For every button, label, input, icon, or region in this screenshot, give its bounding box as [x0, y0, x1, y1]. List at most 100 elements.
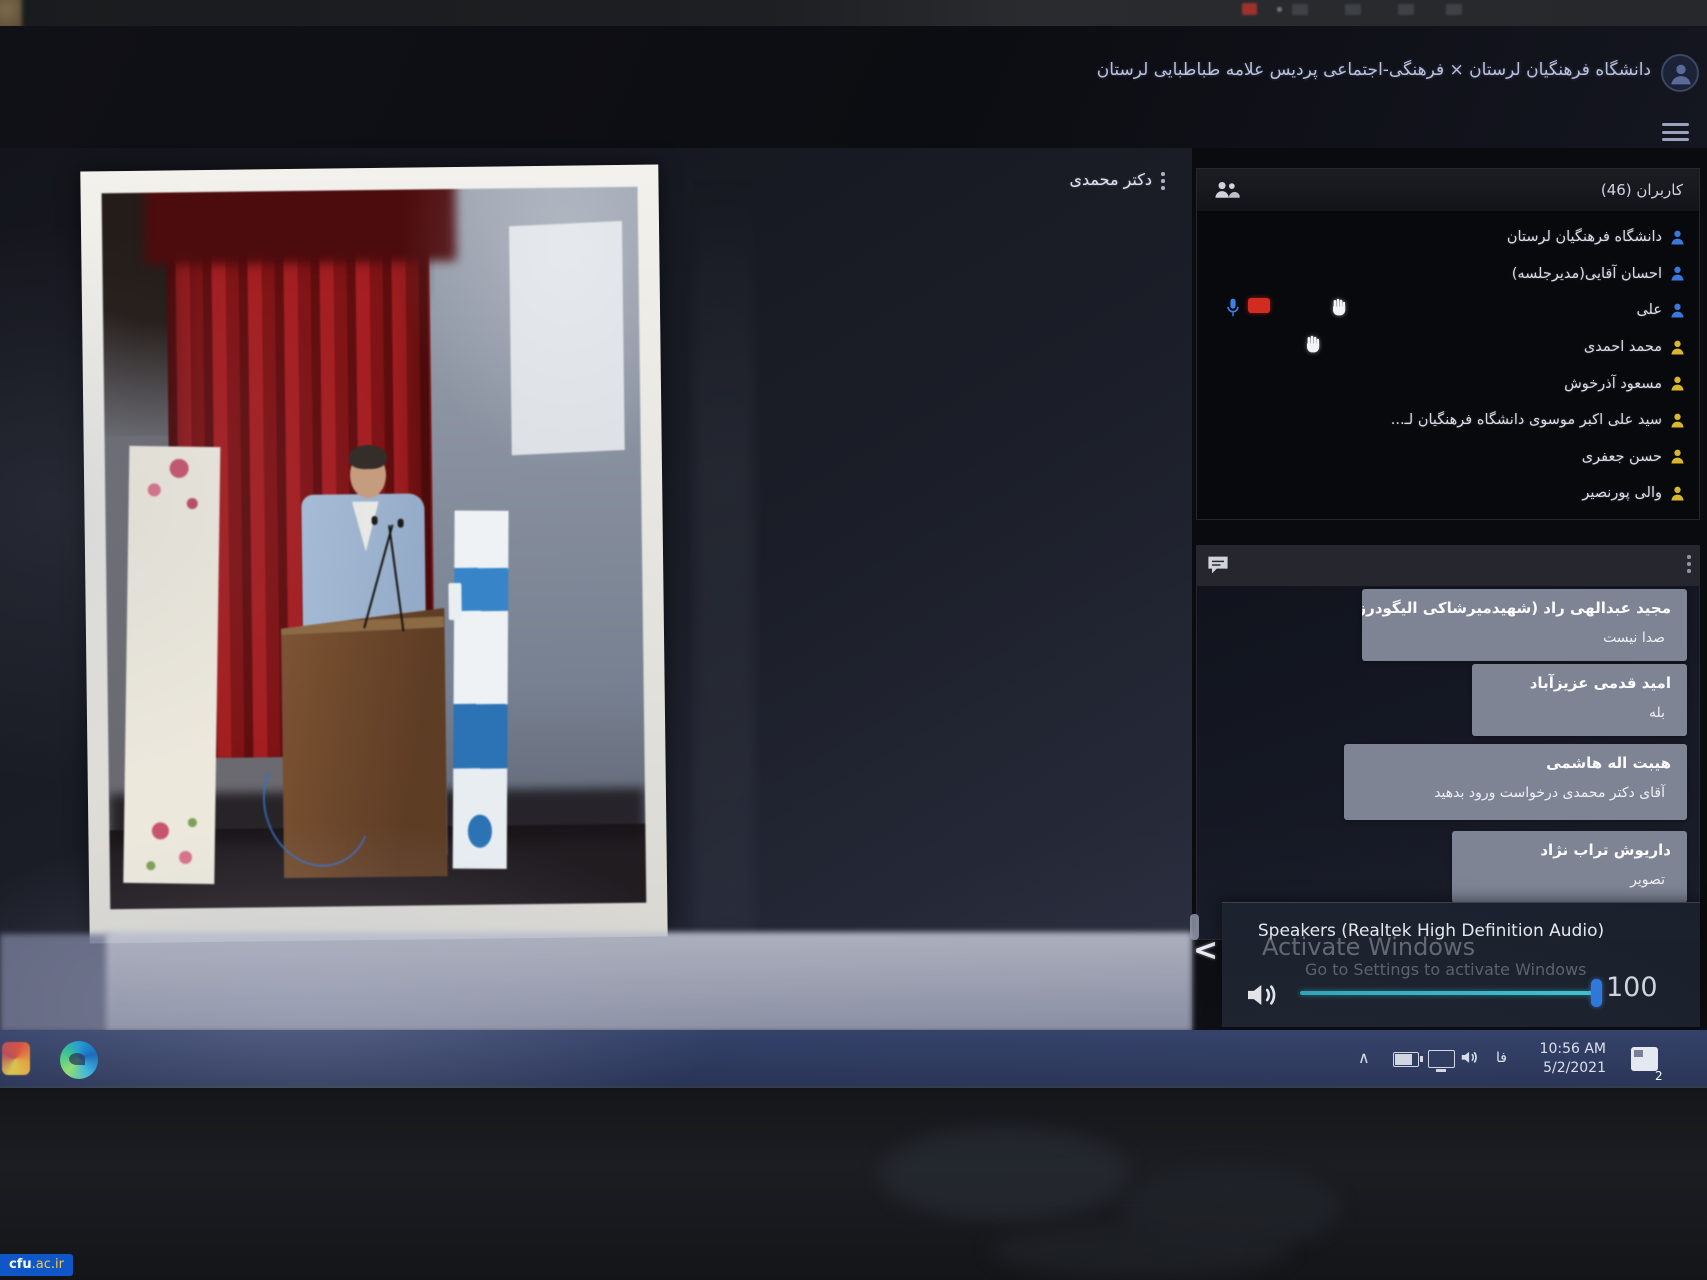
- display-icon[interactable]: [1428, 1050, 1455, 1068]
- participant-role-icon: [1670, 412, 1685, 429]
- browser-tab-icon-artifact: [1242, 3, 1257, 15]
- participant-role-icon: [1670, 302, 1685, 319]
- participant-role-icon: [1670, 375, 1685, 392]
- chat-text: آقای دکتر محمدی درخواست ورود بدهید: [1344, 772, 1687, 811]
- screen-glare: [694, 170, 754, 930]
- screen-glare: [106, 932, 1192, 1032]
- speaker-video-content: [102, 187, 647, 909]
- participant-role-icon: [1670, 229, 1685, 246]
- chat-message: هیبت اله هاشمی آقای دکتر محمدی درخواست و…: [1344, 744, 1687, 820]
- raised-hand-icon: [1303, 332, 1323, 360]
- chat-sender: داریوش تراب نژاد: [1452, 831, 1687, 859]
- menu-hamburger-icon[interactable]: [1662, 123, 1689, 143]
- participant-name: حسن جعفری: [1582, 449, 1662, 465]
- participants-pod: کاربران (46) دانشگاه فرهنگیان لرستان احس…: [1196, 168, 1700, 520]
- toolbar-icon-artifact: [1446, 4, 1462, 15]
- bezel-reflection: [880, 1128, 1130, 1220]
- bezel-reflection: [990, 1222, 1290, 1278]
- participant-row[interactable]: والی پورنصیر: [1197, 475, 1699, 512]
- chat-pod-menu-icon[interactable]: [1683, 555, 1695, 577]
- participant-name: سید علی اکبر موسوی دانشگاه فرهنگیان لـ..…: [1391, 412, 1662, 428]
- scene-microphone-head: [397, 518, 403, 527]
- chevron-left-icon[interactable]: <: [1193, 936, 1218, 966]
- chat-header: [1197, 546, 1699, 586]
- volume-value: 100: [1606, 972, 1658, 1003]
- video-pod-menu-icon[interactable]: [1157, 172, 1169, 194]
- chat-sender: مجید عبدالهی راد (شهیدمیرشاکی الیگودرز): [1362, 589, 1687, 617]
- participant-name: مسعود آذرخوش: [1564, 376, 1662, 392]
- scene-water-bottle: [448, 583, 461, 620]
- participant-row[interactable]: محمد احمدی: [1197, 329, 1699, 366]
- clock-date: 5/2/2021: [1522, 1059, 1606, 1078]
- speaker-video-frame: [80, 164, 667, 943]
- person-icon: [1668, 60, 1694, 88]
- chat-message: امید قدمی عزیزآباد بله: [1472, 664, 1687, 736]
- taskbar-clock[interactable]: 10:56 AM 5/2/2021: [1522, 1040, 1606, 1078]
- chat-bubble-icon: [1206, 554, 1230, 580]
- notification-center-icon[interactable]: [1631, 1047, 1658, 1071]
- clock-time: 10:56 AM: [1522, 1040, 1606, 1059]
- scene-microphone-head: [371, 516, 377, 525]
- chat-sender: امید قدمی عزیزآباد: [1472, 664, 1687, 692]
- meeting-title: دانشگاه فرهنگیان لرستان × فرهنگی-اجتماعی…: [1097, 60, 1651, 80]
- language-indicator[interactable]: فا: [1496, 1050, 1507, 1066]
- participant-row[interactable]: احسان آقایی(مدیرجلسه): [1197, 256, 1699, 293]
- tray-chevron-up-icon[interactable]: ∧: [1358, 1048, 1370, 1067]
- battery-icon[interactable]: [1393, 1052, 1419, 1067]
- taskbar-app-icon[interactable]: [2, 1042, 30, 1075]
- volume-flyout: Speakers (Realtek High Definition Audio): [1222, 902, 1700, 1027]
- toolbar-icon-artifact: [1398, 4, 1414, 15]
- site-watermark: cfu.ac.ir: [0, 1254, 73, 1276]
- participant-row[interactable]: مسعود آذرخوش: [1197, 365, 1699, 402]
- tray-speaker-icon[interactable]: [1459, 1048, 1481, 1069]
- chat-message: داریوش تراب نژاد تصویر: [1452, 831, 1687, 903]
- participant-role-icon: [1670, 339, 1685, 356]
- webcam-active-icon: [1248, 298, 1270, 313]
- notification-badge: 2: [1655, 1069, 1663, 1083]
- participant-name: محمد احمدی: [1584, 339, 1662, 355]
- chat-pod: مجید عبدالهی راد (شهیدمیرشاکی الیگودرز) …: [1196, 545, 1700, 940]
- toolbar-dot-artifact: [1277, 7, 1282, 12]
- chat-text: تصویر: [1452, 859, 1687, 898]
- participant-row[interactable]: دانشگاه فرهنگیان لرستان: [1197, 219, 1699, 256]
- watermark-prefix: cfu: [9, 1257, 32, 1272]
- screen-edge-highlight: [0, 1086, 1707, 1088]
- participant-row[interactable]: حسن جعفری: [1197, 439, 1699, 476]
- participant-name: دانشگاه فرهنگیان لرستان: [1507, 229, 1662, 245]
- watermark-suffix: .ac.ir: [32, 1257, 64, 1272]
- scene-floral-banner: [123, 446, 220, 884]
- participant-name: علی: [1636, 302, 1662, 318]
- participants-header: کاربران (46): [1197, 169, 1699, 211]
- scene-glare: [396, 187, 641, 476]
- toolbar-icon-artifact: [1345, 4, 1361, 15]
- participant-role-icon: [1670, 265, 1685, 282]
- participant-name: والی پورنصیر: [1582, 485, 1662, 501]
- participants-title: کاربران (46): [1601, 181, 1683, 199]
- participant-row[interactable]: سید علی اکبر موسوی دانشگاه فرهنگیان لـ..…: [1197, 402, 1699, 439]
- raised-hand-icon: [1329, 295, 1349, 323]
- microphone-icon: [1226, 298, 1240, 322]
- speaker-icon[interactable]: [1243, 978, 1283, 1016]
- chat-text: صدا نیست: [1362, 617, 1687, 656]
- laptop-bezel: [0, 1088, 1707, 1280]
- participant-role-icon: [1670, 485, 1685, 502]
- participant-row[interactable]: علی: [1197, 292, 1699, 329]
- volume-slider-track[interactable]: [1300, 991, 1596, 995]
- participants-icon: [1213, 180, 1240, 204]
- audio-device-name[interactable]: Speakers (Realtek High Definition Audio): [1232, 921, 1630, 941]
- toolbar-icon-artifact: [1292, 4, 1308, 15]
- scene-blue-banner: [452, 511, 507, 869]
- edge-browser-icon[interactable]: [60, 1041, 98, 1079]
- screen-glare: [0, 934, 110, 1032]
- chat-sender: هیبت اله هاشمی: [1344, 744, 1687, 772]
- participant-name: احسان آقایی(مدیرجلسه): [1512, 266, 1662, 282]
- account-avatar[interactable]: [1661, 54, 1699, 92]
- video-speaker-label: دکتر محمدی: [1069, 170, 1152, 189]
- volume-slider-thumb[interactable]: [1591, 979, 1602, 1007]
- photographed-screen: دانشگاه فرهنگیان لرستان × فرهنگی-اجتماعی…: [0, 0, 1707, 1280]
- chat-text: بله: [1472, 692, 1687, 731]
- participants-list: دانشگاه فرهنگیان لرستان احسان آقایی(مدیر…: [1197, 219, 1699, 512]
- scene-speaker-head: [350, 452, 386, 498]
- participant-role-icon: [1670, 448, 1685, 465]
- chat-message: مجید عبدالهی راد (شهیدمیرشاکی الیگودرز) …: [1362, 589, 1687, 661]
